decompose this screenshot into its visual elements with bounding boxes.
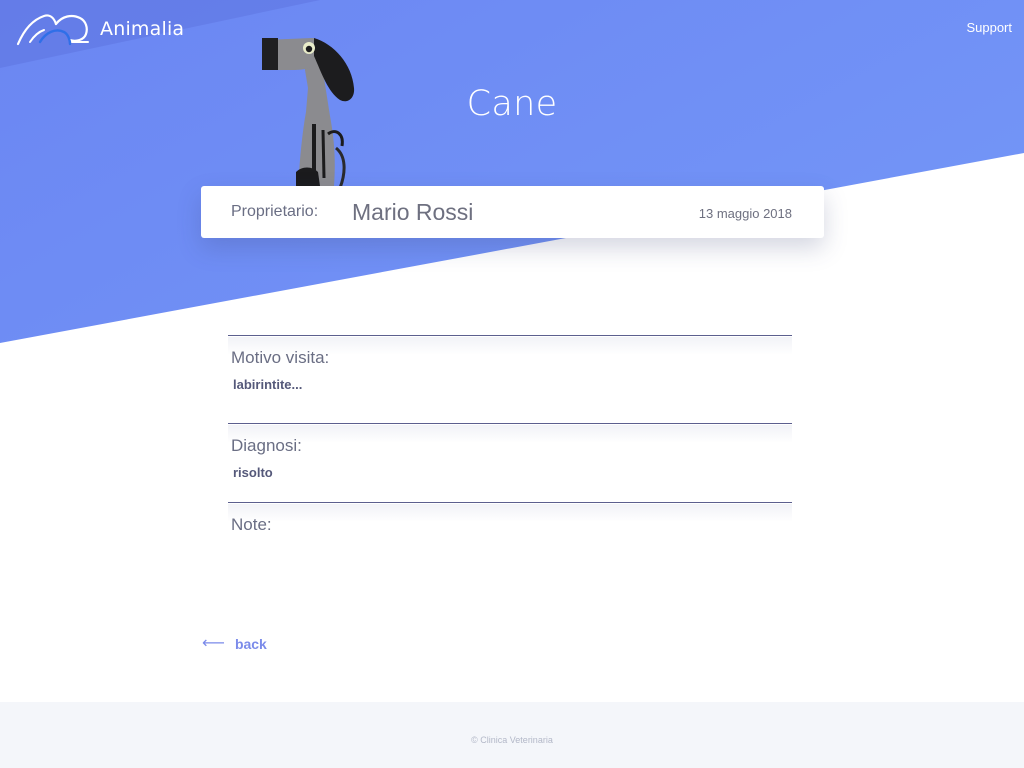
footer: © Clinica Veterinaria: [0, 702, 1024, 768]
cat-dog-outline-logo-icon: [16, 14, 89, 46]
arrow-left-icon: ⟵: [202, 635, 225, 652]
owner-card: Proprietario: Mario Rossi 13 maggio 2018: [201, 186, 824, 238]
back-label: back: [234, 636, 267, 652]
diagnosis-label: Diagnosi:: [231, 436, 302, 455]
notes-section: Note:: [228, 502, 792, 562]
section-divider-shadow: [228, 425, 792, 443]
app-logo[interactable]: Animalia: [16, 12, 184, 46]
owner-name: Mario Rossi: [352, 199, 474, 225]
visit-reason-section: Motivo visita: labirintite...: [228, 335, 792, 423]
support-link[interactable]: Support: [966, 20, 1012, 35]
diagnosis-section: Diagnosi: risolto: [228, 423, 792, 502]
owner-label: Proprietario:: [231, 203, 319, 220]
visit-date: 13 maggio 2018: [698, 206, 792, 221]
page-title: Cane: [466, 84, 558, 124]
footer-copyright: © Clinica Veterinaria: [471, 735, 553, 745]
back-button[interactable]: ⟵ back: [202, 635, 267, 653]
section-divider-shadow: [228, 504, 792, 522]
app-name: Animalia: [100, 18, 185, 40]
diagnosis-value: risolto: [233, 465, 273, 480]
notes-label: Note:: [231, 515, 272, 534]
visit-reason-label: Motivo visita:: [231, 348, 330, 367]
visit-reason-value: labirintite...: [233, 377, 303, 392]
